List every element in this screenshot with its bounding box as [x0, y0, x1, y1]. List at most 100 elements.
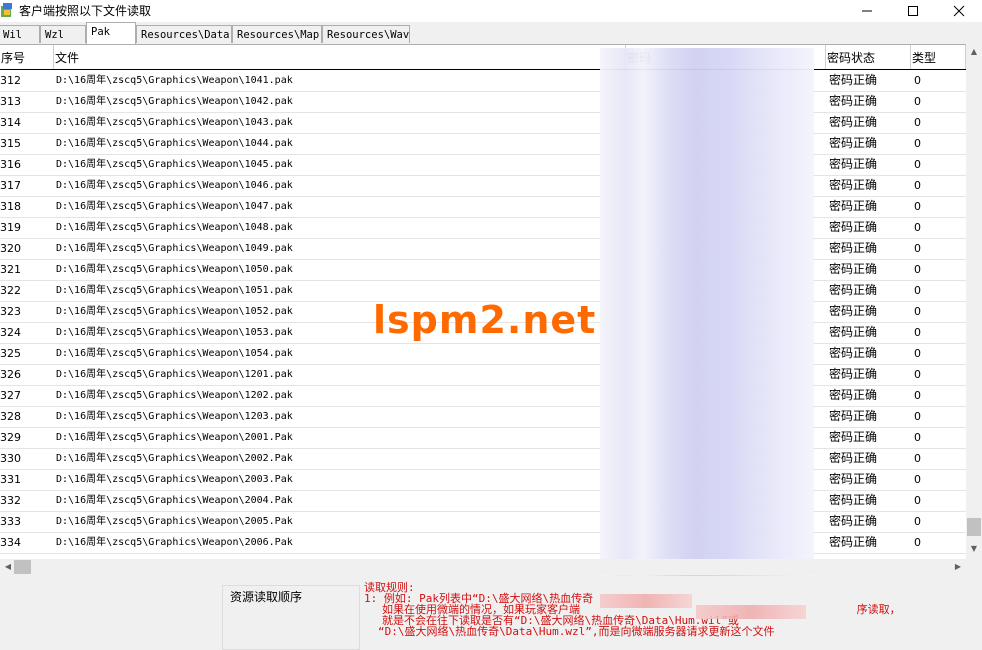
table-row[interactable]: 330 D:\16周年\zscq5\Graphics\Weapon\2002.Pa… — [0, 448, 966, 470]
tab-pak[interactable]: Pak — [86, 22, 136, 44]
read-rules-text: 读取规则: 1: 例如: Pak列表中“D:\盛大网络\热血传奇 如果在使用微端… — [364, 582, 974, 637]
app-icon — [1, 3, 12, 17]
row-file-path: D:\16周年\zscq5\Graphics\Weapon\1202.pak — [56, 390, 293, 401]
minimize-button[interactable] — [844, 0, 890, 22]
horizontal-scrollbar[interactable]: ◀ ▶ — [0, 559, 982, 575]
row-type: 0 — [914, 473, 921, 486]
row-file-path: D:\16周年\zscq5\Graphics\Weapon\1044.pak — [56, 138, 293, 149]
maximize-button[interactable] — [890, 0, 936, 22]
row-password-status: 密码正确 — [829, 178, 878, 192]
table-row[interactable]: 317 D:\16周年\zscq5\Graphics\Weapon\1046.pa… — [0, 175, 966, 197]
row-file-path: D:\16周年\zscq5\Graphics\Weapon\1054.pak — [56, 348, 293, 359]
title-bar: 客户端按照以下文件读取 — [0, 0, 982, 22]
row-id: 322 — [0, 284, 21, 297]
table-row[interactable]: 318 D:\16周年\zscq5\Graphics\Weapon\1047.pa… — [0, 196, 966, 218]
row-id: 327 — [0, 389, 21, 402]
row-password-status: 密码正确 — [829, 157, 878, 171]
table-row[interactable]: 329 D:\16周年\zscq5\Graphics\Weapon\2001.Pa… — [0, 427, 966, 449]
column-header-file[interactable]: 文件 — [54, 45, 626, 69]
table-row[interactable]: 333 D:\16周年\zscq5\Graphics\Weapon\2005.Pa… — [0, 511, 966, 533]
row-password-status: 密码正确 — [829, 535, 878, 549]
row-file-path: D:\16周年\zscq5\Graphics\Weapon\2005.Pak — [56, 516, 293, 527]
vertical-scroll-thumb[interactable] — [967, 518, 981, 536]
row-password-status: 密码正确 — [829, 136, 878, 150]
table-row[interactable]: 313 D:\16周年\zscq5\Graphics\Weapon\1042.pa… — [0, 91, 966, 113]
scroll-up-icon[interactable]: ▲ — [966, 44, 982, 60]
tab-bar: Wil Wzl Pak Resources\Data Resources\Map… — [0, 22, 982, 44]
row-type: 0 — [914, 221, 921, 234]
table-row[interactable]: 327 D:\16周年\zscq5\Graphics\Weapon\1202.pa… — [0, 385, 966, 407]
row-password-status: 密码正确 — [829, 409, 878, 423]
close-icon — [953, 5, 965, 17]
row-id: 324 — [0, 326, 21, 339]
table-row[interactable]: 325 D:\16周年\zscq5\Graphics\Weapon\1054.pa… — [0, 343, 966, 365]
window-title: 客户端按照以下文件读取 — [19, 4, 152, 18]
column-header-type[interactable]: 类型 — [911, 45, 966, 69]
bottom-panel: 资源读取顺序 读取规则: 1: 例如: Pak列表中“D:\盛大网络\热血传奇 … — [0, 576, 982, 650]
table-row[interactable]: 332 D:\16周年\zscq5\Graphics\Weapon\2004.Pa… — [0, 490, 966, 512]
row-file-path: D:\16周年\zscq5\Graphics\Weapon\1046.pak — [56, 180, 293, 191]
tab-resources-wav[interactable]: Resources\Wav — [322, 25, 410, 43]
table-row[interactable]: 328 D:\16周年\zscq5\Graphics\Weapon\1203.pa… — [0, 406, 966, 428]
table-row[interactable]: 316 D:\16周年\zscq5\Graphics\Weapon\1045.pa… — [0, 154, 966, 176]
row-id: 321 — [0, 263, 21, 276]
tab-resources-data[interactable]: Resources\Data — [136, 25, 232, 43]
table-row[interactable]: 331 D:\16周年\zscq5\Graphics\Weapon\2003.Pa… — [0, 469, 966, 491]
row-id: 328 — [0, 410, 21, 423]
table-row[interactable]: 334 D:\16周年\zscq5\Graphics\Weapon\2006.Pa… — [0, 532, 966, 554]
row-type: 0 — [914, 305, 921, 318]
row-type: 0 — [914, 137, 921, 150]
table-row[interactable]: 326 D:\16周年\zscq5\Graphics\Weapon\1201.pa… — [0, 364, 966, 386]
row-file-path: D:\16周年\zscq5\Graphics\Weapon\1048.pak — [56, 222, 293, 233]
row-file-path: D:\16周年\zscq5\Graphics\Weapon\1041.pak — [56, 75, 293, 86]
row-file-path: D:\16周年\zscq5\Graphics\Weapon\1045.pak — [56, 159, 293, 170]
redacted-password-column — [600, 48, 814, 576]
tab-resources-map[interactable]: Resources\Map — [232, 25, 322, 43]
table-row[interactable]: 312 D:\16周年\zscq5\Graphics\Weapon\1041.pa… — [0, 70, 966, 92]
row-type: 0 — [914, 536, 921, 549]
table-row[interactable]: 314 D:\16周年\zscq5\Graphics\Weapon\1043.pa… — [0, 112, 966, 134]
redacted-rules-text-1 — [600, 594, 692, 608]
column-header-status[interactable]: 密码状态 — [826, 45, 911, 69]
scroll-down-icon[interactable]: ▼ — [966, 541, 982, 557]
scroll-right-icon[interactable]: ▶ — [950, 559, 966, 575]
row-password-status: 密码正确 — [829, 493, 878, 507]
table-row[interactable]: 315 D:\16周年\zscq5\Graphics\Weapon\1044.pa… — [0, 133, 966, 155]
row-id: 315 — [0, 137, 21, 150]
close-button[interactable] — [936, 0, 982, 22]
table-row[interactable]: 319 D:\16周年\zscq5\Graphics\Weapon\1048.pa… — [0, 217, 966, 239]
row-file-path: D:\16周年\zscq5\Graphics\Weapon\2003.Pak — [56, 474, 293, 485]
row-file-path: D:\16周年\zscq5\Graphics\Weapon\2002.Pak — [56, 453, 293, 464]
row-file-path: D:\16周年\zscq5\Graphics\Weapon\2001.Pak — [56, 432, 293, 443]
row-password-status: 密码正确 — [829, 115, 878, 129]
row-type: 0 — [914, 452, 921, 465]
table-row[interactable]: 320 D:\16周年\zscq5\Graphics\Weapon\1049.pa… — [0, 238, 966, 260]
row-id: 331 — [0, 473, 21, 486]
row-id: 317 — [0, 179, 21, 192]
column-header-id[interactable]: 序号 — [0, 45, 54, 69]
row-type: 0 — [914, 389, 921, 402]
tab-wzl[interactable]: Wzl — [40, 25, 86, 43]
tab-wil[interactable]: Wil — [0, 25, 40, 43]
row-type: 0 — [914, 326, 921, 339]
table-row[interactable]: 321 D:\16周年\zscq5\Graphics\Weapon\1050.pa… — [0, 259, 966, 281]
vertical-scrollbar[interactable]: ▲ ▼ — [966, 44, 982, 559]
row-file-path: D:\16周年\zscq5\Graphics\Weapon\1050.pak — [56, 264, 293, 275]
row-id: 318 — [0, 200, 21, 213]
row-type: 0 — [914, 431, 921, 444]
row-file-path: D:\16周年\zscq5\Graphics\Weapon\1043.pak — [56, 117, 293, 128]
horizontal-scroll-thumb[interactable] — [14, 560, 31, 574]
row-type: 0 — [914, 95, 921, 108]
row-id: 313 — [0, 95, 21, 108]
row-password-status: 密码正确 — [829, 262, 878, 276]
redacted-rules-text-2 — [696, 605, 806, 619]
row-type: 0 — [914, 179, 921, 192]
minimize-icon — [862, 10, 872, 12]
row-id: 330 — [0, 452, 21, 465]
row-password-status: 密码正确 — [829, 73, 878, 87]
row-id: 332 — [0, 494, 21, 507]
grid-header: 序号 文件 密码 密码状态 类型 — [0, 45, 966, 70]
row-password-status: 密码正确 — [829, 304, 878, 318]
row-password-status: 密码正确 — [829, 430, 878, 444]
row-id: 333 — [0, 515, 21, 528]
